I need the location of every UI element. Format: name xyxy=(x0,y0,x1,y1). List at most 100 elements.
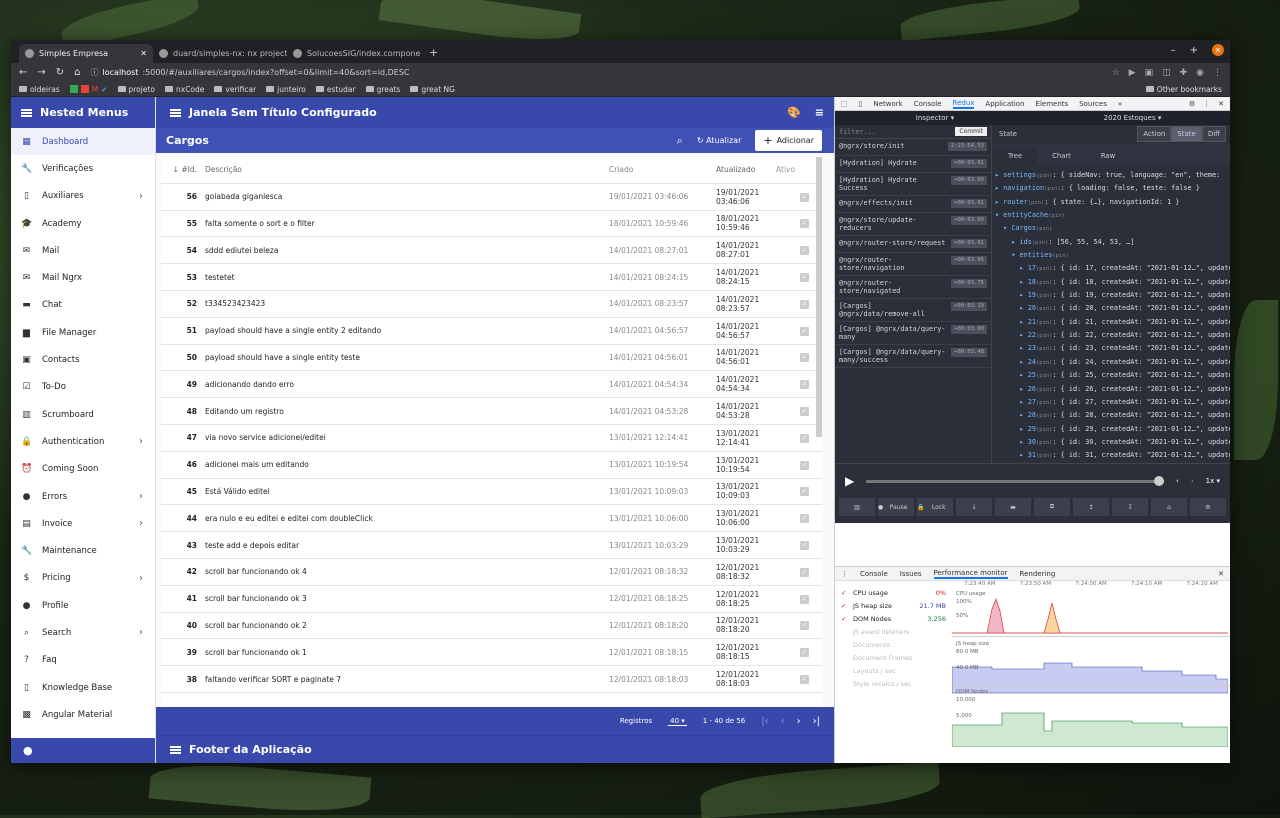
account-icon[interactable]: ● xyxy=(23,744,33,757)
upload-icon[interactable]: ↥ xyxy=(1073,498,1109,516)
checkbox-icon[interactable]: ✓ xyxy=(800,300,809,309)
minimize-icon[interactable]: – xyxy=(1171,45,1176,56)
sidebar-item-auxiliares[interactable]: ▯Auxiliares› xyxy=(11,183,155,210)
sidebar-item-academy[interactable]: 🎓Academy xyxy=(11,210,155,237)
tree-node[interactable]: ▸ 28(pin): { id: 28, createdAt: "2021-01… xyxy=(995,409,1228,422)
sidebar-item-faq[interactable]: ?Faq xyxy=(11,647,155,674)
check-icon[interactable]: ✓ xyxy=(841,589,849,597)
action-item[interactable]: [Hydration] Hydrate+00:03.01 xyxy=(835,156,991,173)
sidebar-item-errors[interactable]: ●Errors› xyxy=(11,483,155,510)
action-item[interactable]: [Cargos] @ngrx/data/query-many+00:03.00 xyxy=(835,322,991,345)
subtab-chart[interactable]: Chart xyxy=(1037,147,1086,165)
tree-node[interactable]: ▸ 18(pin): { id: 18, createdAt: "2021-01… xyxy=(995,276,1228,289)
sidebar-item-knowledge-base[interactable]: ▯Knowledge Base xyxy=(11,674,155,701)
filter-input[interactable]: filter... xyxy=(839,128,876,136)
add-button[interactable]: +Adicionar xyxy=(755,130,822,151)
checkbox-icon[interactable]: ✓ xyxy=(800,353,809,362)
puzzle-icon[interactable]: ✚ xyxy=(1180,68,1188,78)
table-row[interactable]: 46adicionei mais um editando13/01/2021 1… xyxy=(161,452,822,479)
sidebar-item-dashboard[interactable]: ▦Dashboard xyxy=(11,128,155,155)
browser-tab-1[interactable]: duard/simples-nx: nx project✕ xyxy=(153,44,287,63)
menu-icon[interactable] xyxy=(21,109,32,117)
sidebar-item-to-do[interactable]: ☑To-Do xyxy=(11,374,155,401)
remote-icon[interactable]: ⌂ xyxy=(1151,498,1187,516)
drawer-tab[interactable]: Performance monitor xyxy=(934,569,1008,579)
refresh-button[interactable]: ↻ Atualizar xyxy=(697,136,742,145)
table-row[interactable]: 44era nulo e eu editei e editei com doub… xyxy=(161,505,822,532)
bookmark-item[interactable]: oldeiras xyxy=(19,85,60,94)
table-row[interactable]: 39scroll bar funcionando ok 112/01/2021 … xyxy=(161,639,822,666)
header-id[interactable]: ↓ #Id. xyxy=(161,165,203,174)
browser-tab-2[interactable]: SolucoesSIG/index.compone✕ xyxy=(287,44,421,63)
action-item[interactable]: @ngrx/router-store/navigated+00:03.75 xyxy=(835,276,991,299)
close-window-icon[interactable]: ✕ xyxy=(1212,44,1224,56)
bookmark-item[interactable]: junteiro xyxy=(266,85,306,94)
checkbox-icon[interactable]: ✓ xyxy=(800,595,809,604)
devtools-tab[interactable]: » xyxy=(1118,100,1122,108)
next-icon[interactable]: › xyxy=(1191,477,1194,485)
checkbox-icon[interactable]: ✓ xyxy=(800,461,809,470)
table-row[interactable]: 54sddd ediutei beleza14/01/2021 08:27:01… xyxy=(161,237,822,264)
bookmark-item[interactable]: estudar xyxy=(316,85,356,94)
devtools-tab[interactable]: Redux xyxy=(953,99,975,109)
seg-diff[interactable]: Diff xyxy=(1202,126,1226,142)
header-created[interactable]: Criado xyxy=(609,165,716,174)
table-row[interactable]: 50payload should have a single entity te… xyxy=(161,345,822,372)
tree-node[interactable]: ▸ 20(pin): { id: 20, createdAt: "2021-01… xyxy=(995,302,1228,315)
menu-icon[interactable] xyxy=(170,746,181,754)
seg-state[interactable]: State xyxy=(1171,126,1202,142)
prev-icon[interactable]: ‹ xyxy=(1176,477,1179,485)
metric-row[interactable]: Documents xyxy=(841,638,946,651)
seg-action[interactable]: Action xyxy=(1137,126,1171,142)
action-item[interactable]: [Hydration] Hydrate Success+00:03.00 xyxy=(835,173,991,196)
forward-icon[interactable]: → xyxy=(37,67,45,78)
table-row[interactable]: 41scroll bar funcionando ok 312/01/2021 … xyxy=(161,586,822,613)
menu-icon[interactable]: ≡ xyxy=(815,106,824,119)
checkbox-icon[interactable]: ✓ xyxy=(800,434,809,443)
play-icon[interactable]: ▶ xyxy=(845,474,854,488)
drawer-tab[interactable]: Issues xyxy=(900,570,922,578)
metric-row[interactable]: ✓DOM Nodes3,256 xyxy=(841,612,946,625)
checkbox-icon[interactable]: ✓ xyxy=(800,648,809,657)
tree-node[interactable]: ▸ router(pin): { state: {…}, navigationI… xyxy=(995,196,1228,209)
checkbox-icon[interactable]: ✓ xyxy=(800,273,809,282)
sidebar-item-pricing[interactable]: $Pricing› xyxy=(11,565,155,592)
table-row[interactable]: 55falta somente o sort e o filter18/01/2… xyxy=(161,211,822,238)
metric-row[interactable]: Style recalcs / sec xyxy=(841,677,946,690)
browser-tab-0[interactable]: Simples Empresa✕ xyxy=(19,44,153,63)
sidebar-item-file-manager[interactable]: ▆File Manager xyxy=(11,319,155,346)
menu-icon[interactable]: ⋮ xyxy=(1213,68,1222,78)
action-item[interactable]: [Cargos] @ngrx/data/query-many/success+0… xyxy=(835,345,991,368)
inspector-select[interactable]: Inspector ▾ xyxy=(835,114,1035,122)
layout-icon[interactable]: ▥ xyxy=(839,498,875,516)
settings-icon[interactable]: ⚙ xyxy=(1190,498,1226,516)
next-page-icon[interactable]: › xyxy=(797,716,801,727)
more-icon[interactable]: ⋮ xyxy=(1203,100,1210,108)
action-item[interactable]: @ngrx/router-store/request+00:03.01 xyxy=(835,236,991,253)
extension-icon[interactable]: ◫ xyxy=(1162,68,1171,78)
instance-select[interactable]: 2020 Estoques ▾ xyxy=(1035,114,1230,122)
action-item[interactable]: @ngrx/router-store/navigation+00:03.05 xyxy=(835,253,991,276)
checkbox-icon[interactable]: ✓ xyxy=(800,327,809,336)
menu-icon[interactable] xyxy=(170,109,181,117)
table-row[interactable]: 56goiabada giganlesca19/01/2021 03:46:06… xyxy=(161,184,822,211)
tree-node[interactable]: ▸ 22(pin): { id: 22, createdAt: "2021-01… xyxy=(995,329,1228,342)
subtab-raw[interactable]: Raw xyxy=(1086,147,1130,165)
checkbox-icon[interactable]: ✓ xyxy=(800,219,809,228)
sidebar-item-invoice[interactable]: ▤Invoice› xyxy=(11,510,155,537)
scrollbar[interactable] xyxy=(816,157,822,437)
sidebar-item-scrumboard[interactable]: ▥Scrumboard xyxy=(11,401,155,428)
bookmark-item[interactable]: nxCode xyxy=(165,85,204,94)
slider-knob[interactable] xyxy=(1154,476,1164,486)
devtools-tab[interactable]: Console xyxy=(914,100,942,108)
speed-select[interactable]: 1x ▾ xyxy=(1206,477,1220,485)
bookmark-item[interactable]: verificar xyxy=(214,85,256,94)
copy-icon[interactable]: ⧉ xyxy=(1034,498,1070,516)
devtools-tab[interactable]: Elements xyxy=(1036,100,1069,108)
metric-row[interactable]: ✓JS heap size21.7 MB xyxy=(841,599,946,612)
pin-icon[interactable]: ↓ xyxy=(956,498,992,516)
other-bookmarks[interactable]: Other bookmarks xyxy=(1146,85,1222,94)
inspect-icon[interactable]: ⬚ xyxy=(841,100,848,108)
tree-node[interactable]: ▸ navigation(pin): { loading: false, tes… xyxy=(995,182,1228,195)
tree-node[interactable]: ▸ 29(pin): { id: 29, createdAt: "2021-01… xyxy=(995,423,1228,436)
